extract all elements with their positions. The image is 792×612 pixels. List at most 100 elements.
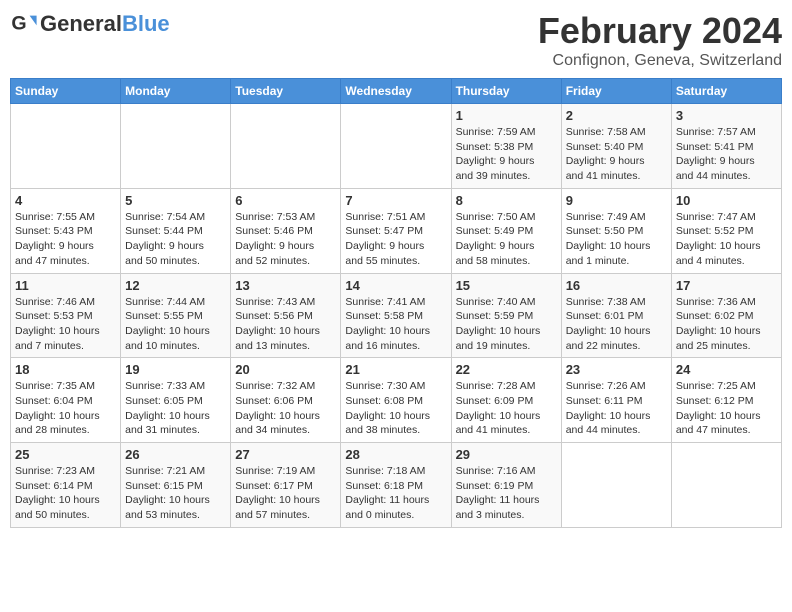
day-info: Sunrise: 7:26 AM Sunset: 6:11 PM Dayligh… [566, 379, 667, 438]
calendar-cell: 3 Sunrise: 7:57 AM Sunset: 5:41 PM Daylig… [671, 104, 781, 189]
day-number: 3 [676, 108, 777, 123]
logo-text: GeneralBlue [40, 12, 170, 36]
day-info: Sunrise: 7:36 AM Sunset: 6:02 PM Dayligh… [676, 295, 777, 354]
title-area: February 2024 Confignon, Geneva, Switzer… [538, 10, 782, 70]
calendar-cell [231, 104, 341, 189]
calendar-cell: 11 Sunrise: 7:46 AM Sunset: 5:53 PM Dayli… [11, 273, 121, 358]
day-info: Sunrise: 7:59 AM Sunset: 5:38 PM Dayligh… [456, 125, 557, 184]
calendar-cell: 6 Sunrise: 7:53 AM Sunset: 5:46 PM Daylig… [231, 188, 341, 273]
day-number: 11 [15, 278, 116, 293]
logo-line1: General [40, 11, 122, 36]
calendar-cell: 26 Sunrise: 7:21 AM Sunset: 6:15 PM Dayli… [121, 443, 231, 528]
day-number: 29 [456, 447, 557, 462]
day-number: 19 [125, 362, 226, 377]
day-info: Sunrise: 7:43 AM Sunset: 5:56 PM Dayligh… [235, 295, 336, 354]
calendar-cell: 2 Sunrise: 7:58 AM Sunset: 5:40 PM Daylig… [561, 104, 671, 189]
calendar-cell [121, 104, 231, 189]
calendar-cell: 7 Sunrise: 7:51 AM Sunset: 5:47 PM Daylig… [341, 188, 451, 273]
calendar-cell: 22 Sunrise: 7:28 AM Sunset: 6:09 PM Dayli… [451, 358, 561, 443]
day-info: Sunrise: 7:21 AM Sunset: 6:15 PM Dayligh… [125, 464, 226, 523]
day-number: 27 [235, 447, 336, 462]
day-info: Sunrise: 7:49 AM Sunset: 5:50 PM Dayligh… [566, 210, 667, 269]
calendar-body: 1 Sunrise: 7:59 AM Sunset: 5:38 PM Daylig… [11, 104, 782, 528]
calendar-cell: 21 Sunrise: 7:30 AM Sunset: 6:08 PM Dayli… [341, 358, 451, 443]
day-info: Sunrise: 7:32 AM Sunset: 6:06 PM Dayligh… [235, 379, 336, 438]
calendar-cell: 29 Sunrise: 7:16 AM Sunset: 6:19 PM Dayli… [451, 443, 561, 528]
day-number: 17 [676, 278, 777, 293]
main-title: February 2024 [538, 10, 782, 52]
calendar-cell [11, 104, 121, 189]
day-info: Sunrise: 7:44 AM Sunset: 5:55 PM Dayligh… [125, 295, 226, 354]
calendar-cell: 13 Sunrise: 7:43 AM Sunset: 5:56 PM Dayli… [231, 273, 341, 358]
calendar-cell: 8Sunrise: 7:50 AM Sunset: 5:49 PM Daylig… [451, 188, 561, 273]
day-number: 4 [15, 193, 116, 208]
header-row: SundayMondayTuesdayWednesdayThursdayFrid… [11, 79, 782, 104]
day-number: 23 [566, 362, 667, 377]
calendar-cell: 5Sunrise: 7:54 AM Sunset: 5:44 PM Daylig… [121, 188, 231, 273]
header-day-thursday: Thursday [451, 79, 561, 104]
calendar-cell: 27Sunrise: 7:19 AM Sunset: 6:17 PM Dayli… [231, 443, 341, 528]
day-number: 7 [345, 193, 446, 208]
week-row-2: 4 Sunrise: 7:55 AM Sunset: 5:43 PM Daylig… [11, 188, 782, 273]
calendar-cell [561, 443, 671, 528]
week-row-4: 18Sunrise: 7:35 AM Sunset: 6:04 PM Dayli… [11, 358, 782, 443]
day-number: 16 [566, 278, 667, 293]
header-day-friday: Friday [561, 79, 671, 104]
day-info: Sunrise: 7:41 AM Sunset: 5:58 PM Dayligh… [345, 295, 446, 354]
day-number: 13 [235, 278, 336, 293]
week-row-3: 11 Sunrise: 7:46 AM Sunset: 5:53 PM Dayli… [11, 273, 782, 358]
logo-icon: G [10, 10, 38, 38]
day-number: 25 [15, 447, 116, 462]
day-number: 8 [456, 193, 557, 208]
day-info: Sunrise: 7:54 AM Sunset: 5:44 PM Dayligh… [125, 210, 226, 269]
day-info: Sunrise: 7:35 AM Sunset: 6:04 PM Dayligh… [15, 379, 116, 438]
calendar-cell [671, 443, 781, 528]
day-info: Sunrise: 7:58 AM Sunset: 5:40 PM Dayligh… [566, 125, 667, 184]
calendar-cell: 16Sunrise: 7:38 AM Sunset: 6:01 PM Dayli… [561, 273, 671, 358]
header-day-monday: Monday [121, 79, 231, 104]
header: G GeneralBlue February 2024 Confignon, G… [10, 10, 782, 70]
header-day-saturday: Saturday [671, 79, 781, 104]
day-info: Sunrise: 7:33 AM Sunset: 6:05 PM Dayligh… [125, 379, 226, 438]
day-number: 1 [456, 108, 557, 123]
day-number: 12 [125, 278, 226, 293]
day-info: Sunrise: 7:18 AM Sunset: 6:18 PM Dayligh… [345, 464, 446, 523]
day-info: Sunrise: 7:28 AM Sunset: 6:09 PM Dayligh… [456, 379, 557, 438]
calendar-cell: 23 Sunrise: 7:26 AM Sunset: 6:11 PM Dayli… [561, 358, 671, 443]
day-number: 22 [456, 362, 557, 377]
day-info: Sunrise: 7:23 AM Sunset: 6:14 PM Dayligh… [15, 464, 116, 523]
day-number: 2 [566, 108, 667, 123]
calendar-cell: 14Sunrise: 7:41 AM Sunset: 5:58 PM Dayli… [341, 273, 451, 358]
day-info: Sunrise: 7:47 AM Sunset: 5:52 PM Dayligh… [676, 210, 777, 269]
header-day-wednesday: Wednesday [341, 79, 451, 104]
calendar-header: SundayMondayTuesdayWednesdayThursdayFrid… [11, 79, 782, 104]
logo-line2: Blue [122, 11, 170, 36]
header-day-sunday: Sunday [11, 79, 121, 104]
calendar-cell: 19 Sunrise: 7:33 AM Sunset: 6:05 PM Dayli… [121, 358, 231, 443]
day-info: Sunrise: 7:57 AM Sunset: 5:41 PM Dayligh… [676, 125, 777, 184]
day-number: 28 [345, 447, 446, 462]
calendar-cell: 18Sunrise: 7:35 AM Sunset: 6:04 PM Dayli… [11, 358, 121, 443]
day-info: Sunrise: 7:30 AM Sunset: 6:08 PM Dayligh… [345, 379, 446, 438]
day-info: Sunrise: 7:55 AM Sunset: 5:43 PM Dayligh… [15, 210, 116, 269]
week-row-5: 25 Sunrise: 7:23 AM Sunset: 6:14 PM Dayli… [11, 443, 782, 528]
day-number: 6 [235, 193, 336, 208]
day-number: 21 [345, 362, 446, 377]
week-row-1: 1 Sunrise: 7:59 AM Sunset: 5:38 PM Daylig… [11, 104, 782, 189]
day-number: 10 [676, 193, 777, 208]
calendar-cell: 28 Sunrise: 7:18 AM Sunset: 6:18 PM Dayli… [341, 443, 451, 528]
calendar-cell: 24Sunrise: 7:25 AM Sunset: 6:12 PM Dayli… [671, 358, 781, 443]
day-number: 24 [676, 362, 777, 377]
day-number: 26 [125, 447, 226, 462]
svg-text:G: G [11, 13, 26, 35]
subtitle: Confignon, Geneva, Switzerland [538, 52, 782, 70]
day-info: Sunrise: 7:16 AM Sunset: 6:19 PM Dayligh… [456, 464, 557, 523]
day-info: Sunrise: 7:53 AM Sunset: 5:46 PM Dayligh… [235, 210, 336, 269]
calendar-cell: 4 Sunrise: 7:55 AM Sunset: 5:43 PM Daylig… [11, 188, 121, 273]
day-number: 20 [235, 362, 336, 377]
day-info: Sunrise: 7:46 AM Sunset: 5:53 PM Dayligh… [15, 295, 116, 354]
calendar-cell [341, 104, 451, 189]
calendar-cell: 10 Sunrise: 7:47 AM Sunset: 5:52 PM Dayli… [671, 188, 781, 273]
day-info: Sunrise: 7:40 AM Sunset: 5:59 PM Dayligh… [456, 295, 557, 354]
day-info: Sunrise: 7:51 AM Sunset: 5:47 PM Dayligh… [345, 210, 446, 269]
